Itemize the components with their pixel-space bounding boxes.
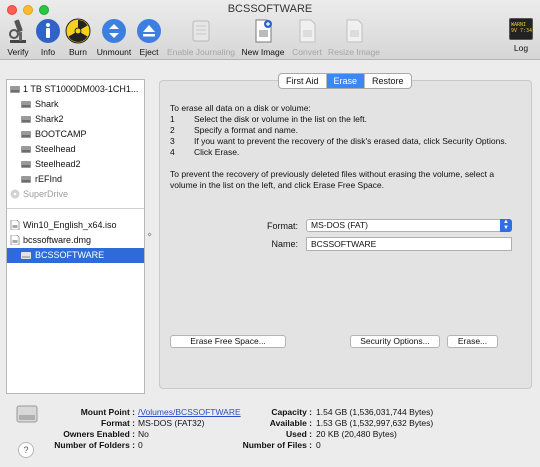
unmount-button[interactable]: Unmount: [94, 18, 134, 57]
format-info-value: MS-DOS (FAT32): [138, 418, 205, 428]
new-image-button[interactable]: New Image: [240, 18, 286, 57]
log-button[interactable]: WARNI 9V 7:34 Log: [506, 18, 536, 53]
volume-name-field[interactable]: BCSSOFTWARE: [306, 237, 512, 251]
folder-count-value: 0: [138, 440, 143, 450]
folder-count-label: Number of Folders :: [54, 440, 135, 450]
volume-icon: [21, 252, 31, 259]
instruction-step: 2 Specify a format and name.: [170, 125, 298, 135]
sidebar-item-disk[interactable]: 1 TB ST1000DM003-1CH1...: [7, 82, 144, 97]
unmount-icon: [102, 19, 126, 43]
volume-info-footer: ? Mount Point : /Volumes/BCSSOFTWARE For…: [0, 395, 540, 467]
convert-icon: [299, 19, 316, 43]
radiation-icon: [65, 18, 91, 44]
tab-bar: First Aid Erase Restore: [278, 73, 412, 89]
volume-drive-icon: [16, 405, 38, 423]
eject-button[interactable]: Eject: [136, 18, 162, 57]
file-count-value: 0: [316, 440, 321, 450]
erase-instructions: To erase all data on a disk or volume: 1…: [170, 103, 520, 191]
tab-first-aid[interactable]: First Aid: [279, 74, 327, 88]
available-label: Available :: [269, 418, 312, 428]
convert-button[interactable]: Convert: [290, 18, 324, 57]
instruction-step: 3 If you want to prevent the recovery of…: [170, 136, 507, 146]
microscope-icon: [9, 19, 26, 43]
eject-icon: [137, 19, 161, 43]
sidebar-item-bcssoftware-volume[interactable]: BCSSOFTWARE: [7, 248, 144, 263]
volume-icon: [21, 116, 31, 123]
free-space-note: To prevent the recovery of previously de…: [170, 169, 495, 190]
erase-panel: To erase all data on a disk or volume: 1…: [159, 80, 532, 389]
owners-enabled-value: No: [138, 429, 149, 439]
sidebar-item-refind[interactable]: rEFInd: [7, 172, 144, 187]
owners-enabled-label: Owners Enabled :: [63, 429, 135, 439]
hard-drive-icon: [10, 86, 20, 93]
journal-icon: [192, 20, 210, 42]
erase-button[interactable]: Erase...: [447, 335, 498, 348]
sidebar-item-bcssoftware-dmg[interactable]: bcssoftware.dmg: [7, 233, 144, 248]
used-label: Used :: [286, 429, 312, 439]
sidebar-item-superdrive[interactable]: SuperDrive: [7, 187, 144, 202]
toolbar: BCSSOFTWARE Verify Info Burn Unmount Eje…: [0, 0, 540, 60]
enable-journaling-button[interactable]: Enable Journaling: [166, 18, 236, 57]
select-stepper-icon: ▲ ▼: [500, 219, 512, 232]
optical-drive-icon: [10, 189, 20, 199]
file-count-label: Number of Files :: [242, 440, 312, 450]
volume-icon: [21, 131, 31, 138]
new-image-icon: [255, 19, 272, 43]
instructions-intro: To erase all data on a disk or volume:: [170, 103, 311, 113]
name-label: Name:: [271, 239, 298, 249]
resize-image-icon: [346, 19, 363, 43]
sidebar-item-shark[interactable]: Shark: [7, 97, 144, 112]
volume-icon: [21, 101, 31, 108]
disk-image-icon: [10, 235, 20, 245]
sidebar-item-bootcamp[interactable]: BOOTCAMP: [7, 127, 144, 142]
disk-list-sidebar[interactable]: 1 TB ST1000DM003-1CH1... Shark Shark2 BO…: [6, 79, 145, 394]
tab-restore[interactable]: Restore: [365, 74, 411, 88]
splitter-handle[interactable]: ⋄: [147, 230, 152, 239]
format-select[interactable]: MS-DOS (FAT) ▲ ▼: [306, 219, 512, 232]
verify-button[interactable]: Verify: [4, 18, 32, 57]
help-button[interactable]: ?: [18, 442, 34, 458]
window-title: BCSSOFTWARE: [227, 3, 313, 15]
burn-button[interactable]: Burn: [65, 18, 91, 57]
format-label: Format:: [266, 221, 298, 231]
capacity-value: 1.54 GB (1,536,031,744 Bytes): [316, 407, 434, 417]
volume-icon: [21, 161, 31, 168]
mount-point-label: Mount Point :: [80, 407, 135, 417]
sidebar-item-shark2[interactable]: Shark2: [7, 112, 144, 127]
resize-image-button[interactable]: Resize Image: [326, 18, 382, 57]
tab-erase[interactable]: Erase: [326, 74, 366, 88]
volume-icon: [21, 176, 31, 183]
sidebar-item-win10-iso[interactable]: Win10_English_x64.iso: [7, 218, 144, 233]
available-value: 1.53 GB (1,532,997,632 Bytes): [316, 418, 434, 428]
used-value: 20 KB (20,480 Bytes): [316, 429, 397, 439]
security-options-button[interactable]: Security Options...: [350, 335, 440, 348]
info-button[interactable]: Info: [35, 18, 61, 57]
disk-utility-window: BCSSOFTWARE Verify Info Burn Unmount Eje…: [0, 0, 540, 467]
info-icon: [36, 19, 60, 43]
console-log-icon: WARNI 9V 7:34: [509, 18, 533, 40]
sidebar-divider: [7, 208, 144, 209]
volume-icon: [21, 146, 31, 153]
instruction-step: 4 Click Erase.: [170, 147, 240, 157]
erase-free-space-button[interactable]: Erase Free Space...: [170, 335, 286, 348]
capacity-label: Capacity :: [271, 407, 312, 417]
disk-image-icon: [10, 220, 20, 230]
format-info-label: Format :: [101, 418, 135, 428]
instruction-step: 1 Select the disk or volume in the list …: [170, 114, 367, 124]
sidebar-item-steelhead2[interactable]: Steelhead2: [7, 157, 144, 172]
sidebar-item-steelhead[interactable]: Steelhead: [7, 142, 144, 157]
